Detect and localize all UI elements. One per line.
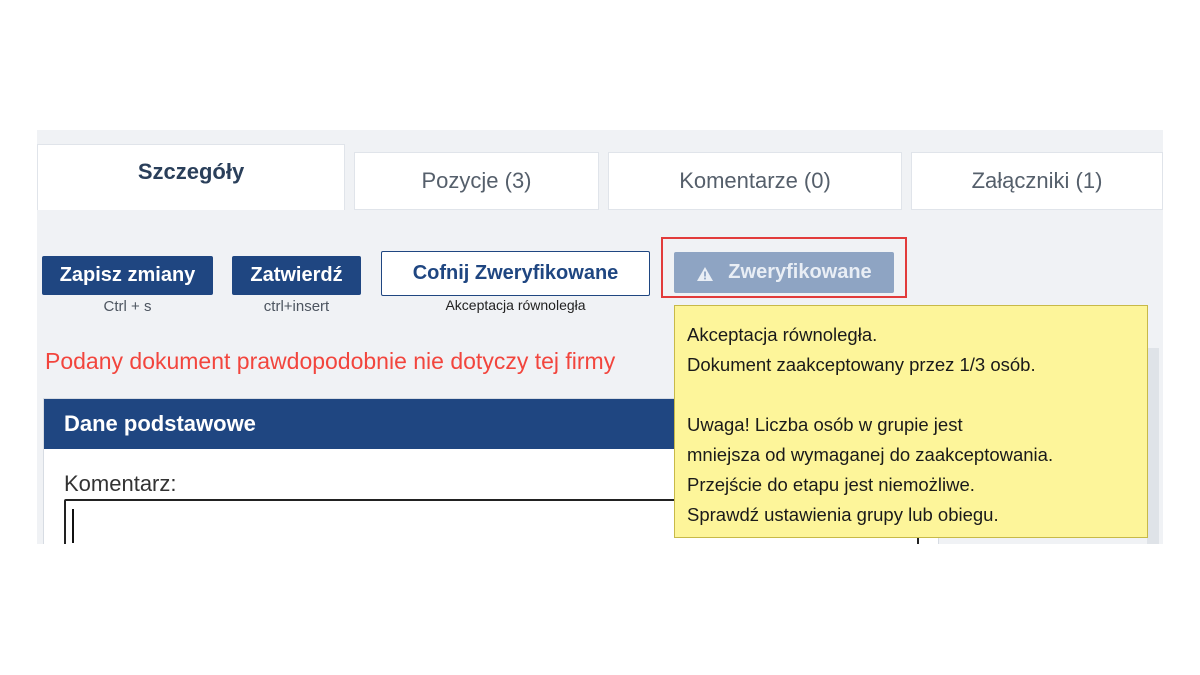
save-changes-button[interactable]: Zapisz zmiany [42, 256, 213, 295]
approve-shortcut-hint: ctrl+insert [263, 298, 330, 315]
verification-tooltip: Akceptacja równoległa. Dokument zaakcept… [674, 305, 1148, 538]
tooltip-line: Przejście do etapu jest niemożliwe. [687, 474, 975, 495]
tooltip-line: mniejsza od wymaganej do zaakceptowania. [687, 444, 1054, 465]
tab-details[interactable]: Szczegóły [37, 144, 345, 210]
parallel-acceptance-hint: Akceptacja równoległa [445, 297, 586, 313]
tooltip-line: Akceptacja równoległa. [687, 324, 878, 345]
tooltip-line: Dokument zaakceptowany przez 1/3 osób. [687, 354, 1036, 375]
verified-button-label: Zweryfikowane [728, 261, 872, 283]
tab-attachments[interactable]: Załączniki (1) [911, 152, 1163, 210]
tooltip-line: Sprawdź ustawienia grupy lub obiegu. [687, 504, 999, 525]
tooltip-line: Uwaga! Liczba osób w grupie jest [687, 414, 963, 435]
tab-positions[interactable]: Pozycje (3) [354, 152, 599, 210]
verified-button[interactable]: Zweryfikowane [674, 252, 894, 293]
tab-comments[interactable]: Komentarze (0) [608, 152, 902, 210]
company-warning-text: Podany dokument prawdopodobnie nie dotyc… [45, 348, 616, 374]
revert-verified-button[interactable]: Cofnij Zweryfikowane [381, 251, 650, 296]
text-caret [72, 509, 74, 543]
approve-button[interactable]: Zatwierdź [232, 256, 361, 295]
tab-bar: Szczegóły Pozycje (3) Komentarze (0) Zał… [37, 130, 1163, 210]
side-scrollbar[interactable] [1147, 348, 1159, 544]
warning-icon [696, 265, 714, 281]
comment-label: Komentarz: [64, 471, 177, 496]
save-shortcut-hint: Ctrl + s [103, 298, 152, 315]
